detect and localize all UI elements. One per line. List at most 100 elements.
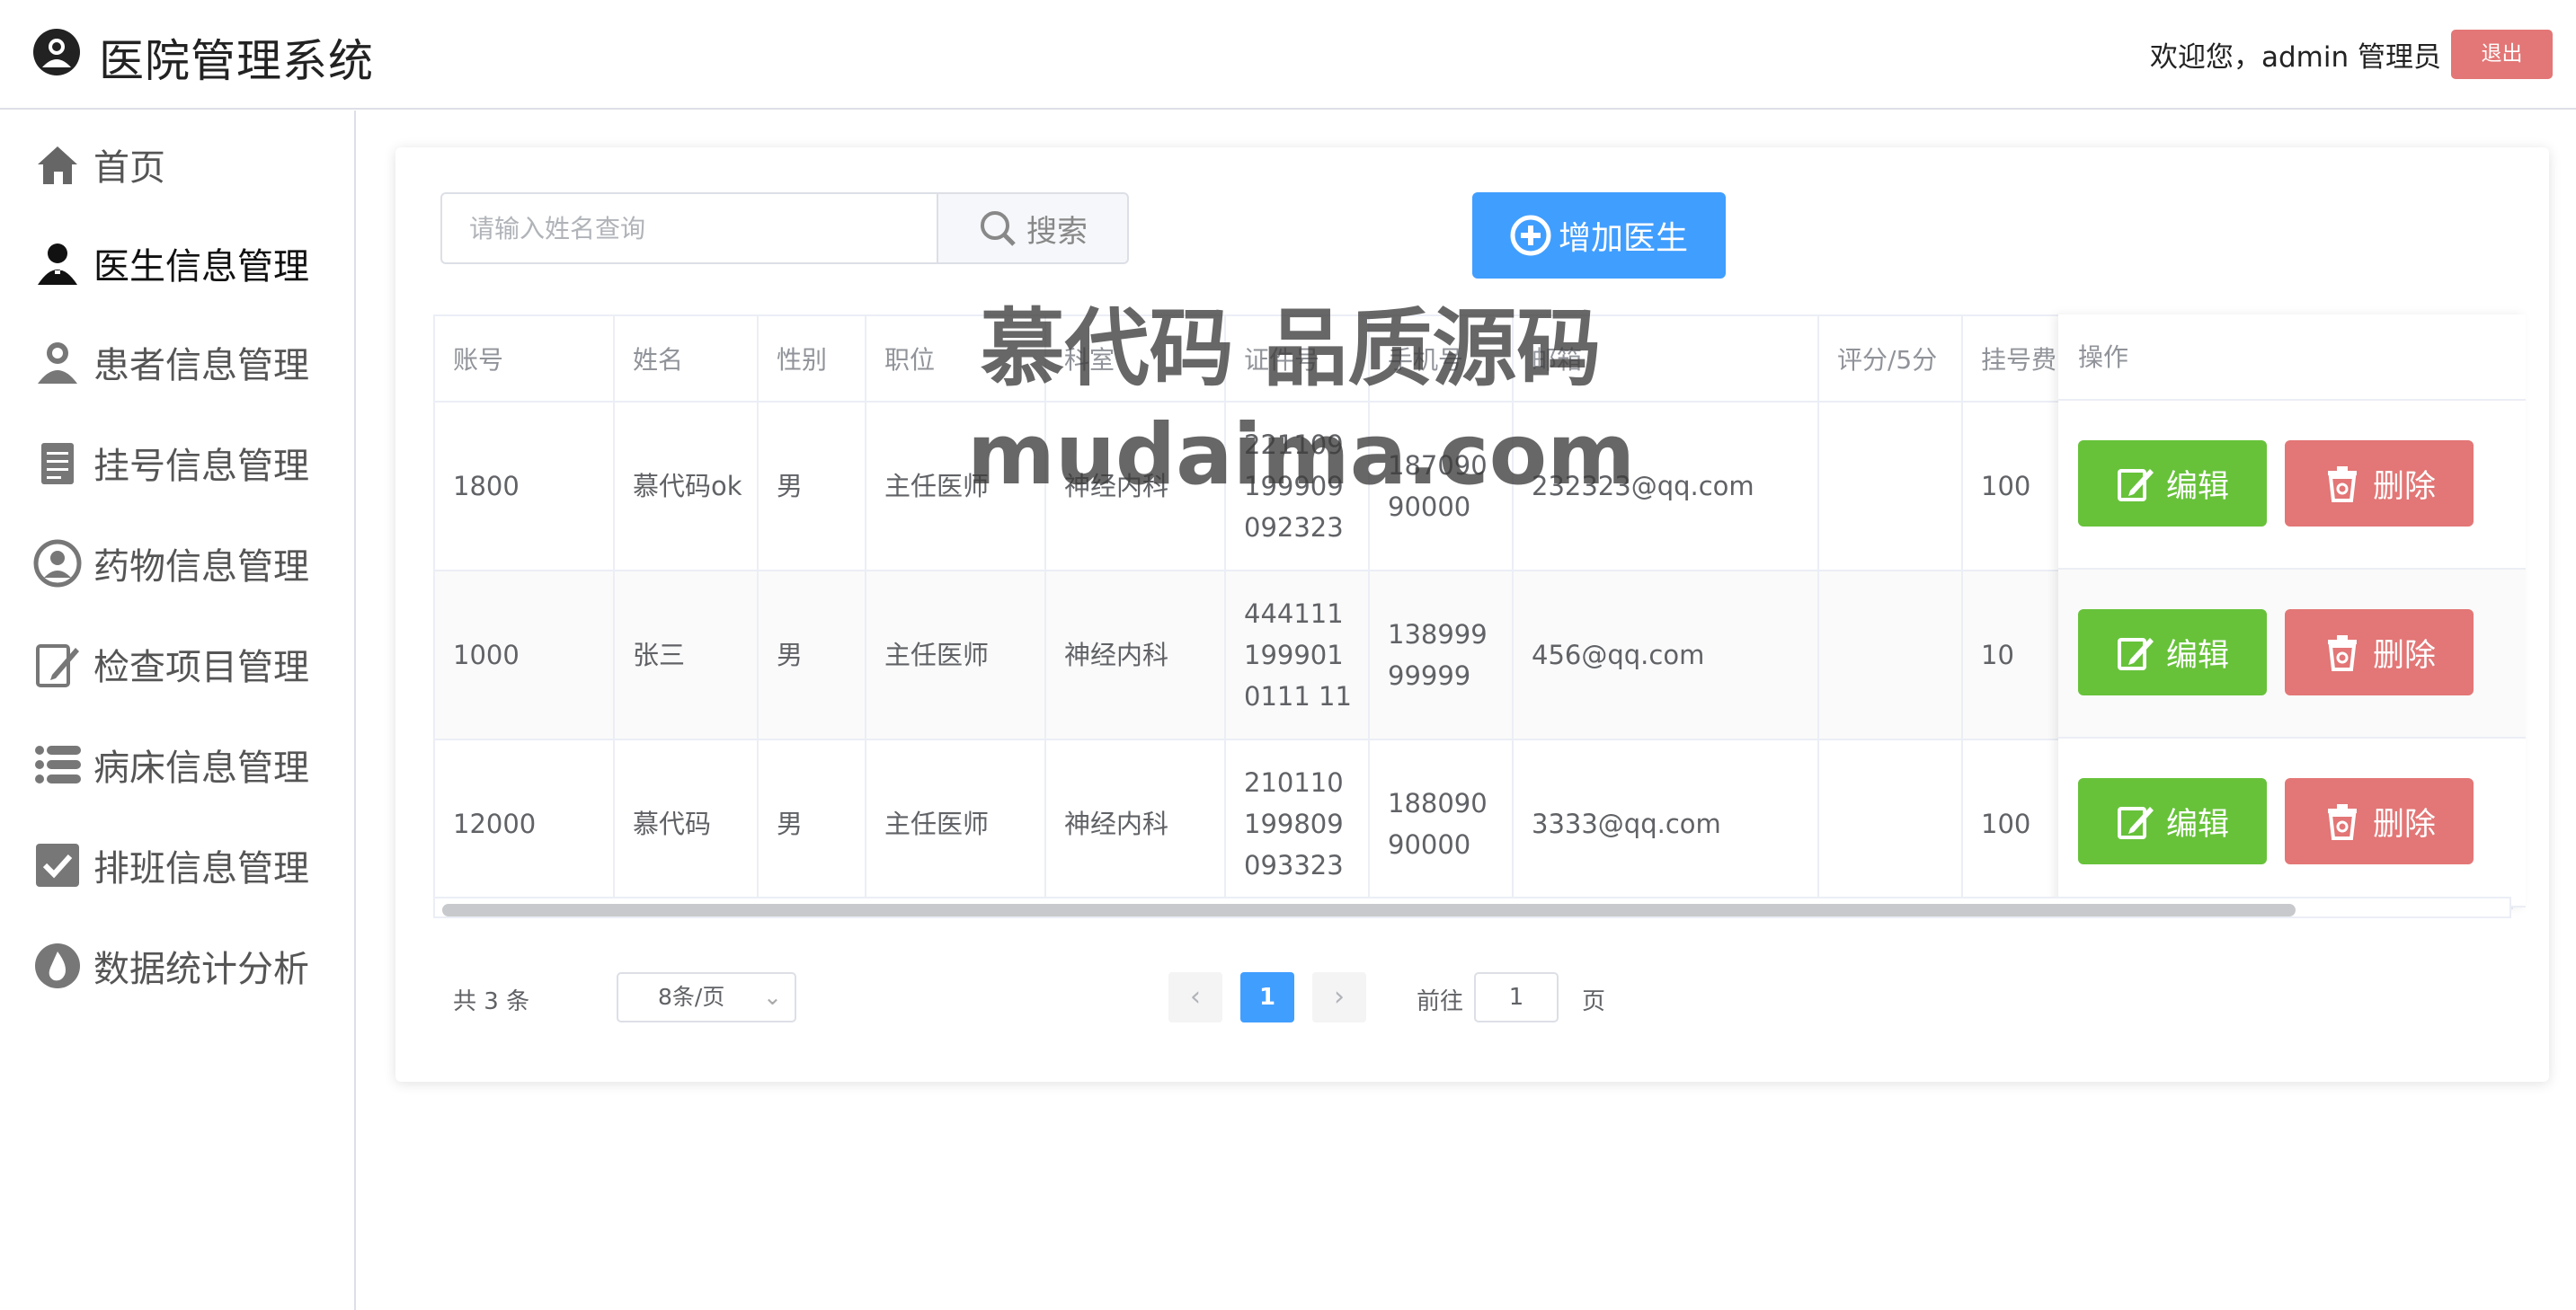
plus-circle-icon xyxy=(1510,215,1551,256)
sidebar-item-examination[interactable]: 检查项目管理 xyxy=(32,637,309,691)
patient-icon xyxy=(38,342,77,384)
cell-id-no: 210110199809093323 xyxy=(1224,739,1370,909)
edit-icon xyxy=(2117,469,2154,501)
main-card: 搜索 增加医生 账号 姓名 性别 职位 科室 证件号 手机号 邮箱 xyxy=(395,147,2549,1082)
cell-position: 主任医师 xyxy=(865,570,1046,740)
delete-button[interactable]: 删除 xyxy=(2285,440,2474,527)
total-count: 共 3 条 xyxy=(453,988,530,1015)
cell-email: 3333@qq.com xyxy=(1512,739,1819,909)
cell-phone: 13899999999 xyxy=(1368,570,1514,740)
next-page-button[interactable]: › xyxy=(1312,972,1366,1022)
column-header: 姓名 xyxy=(613,314,759,403)
cell-score xyxy=(1817,401,1963,571)
delete-label: 删除 xyxy=(2372,468,2436,505)
drop-icon xyxy=(35,943,80,988)
cell-account: 1800 xyxy=(433,401,615,571)
sidebar: 首页 医生信息管理 患者信息管理 挂号信息管理 药物信息管理 检查项目管理 病床… xyxy=(0,111,356,1310)
home-icon xyxy=(38,146,77,184)
sidebar-item-doctor[interactable]: 医生信息管理 xyxy=(32,236,309,290)
column-header: 职位 xyxy=(865,314,1046,403)
operations-row: 编辑 删除 xyxy=(2058,401,2526,570)
search-icon xyxy=(981,211,1016,246)
doctor-table: 账号 姓名 性别 职位 科室 证件号 手机号 邮箱 评分/5分 挂号费 1800… xyxy=(433,314,2526,1084)
sidebar-item-bed[interactable]: 病床信息管理 xyxy=(32,738,309,792)
column-header: 科室 xyxy=(1044,314,1226,403)
cell-score xyxy=(1817,739,1963,909)
edit-label: 编辑 xyxy=(2165,468,2229,505)
page-size-select[interactable]: 8条/页 ⌄ xyxy=(617,972,796,1022)
sidebar-item-registration[interactable]: 挂号信息管理 xyxy=(32,436,309,490)
cell-phone: 18809090000 xyxy=(1368,739,1514,909)
cell-dept: 神经内科 xyxy=(1044,401,1226,571)
operations-row: 编辑 删除 xyxy=(2058,570,2526,739)
add-doctor-button[interactable]: 增加医生 xyxy=(1472,192,1726,279)
column-header-operations: 操作 xyxy=(2058,314,2526,401)
app-title: 医院管理系统 xyxy=(99,35,374,87)
cell-gender: 男 xyxy=(757,401,866,571)
delete-button[interactable]: 删除 xyxy=(2285,778,2474,864)
sidebar-item-statistics[interactable]: 数据统计分析 xyxy=(32,939,309,993)
sidebar-item-home[interactable]: 首页 xyxy=(32,137,165,191)
top-header: 医院管理系统 欢迎您，admin 管理员 退出 xyxy=(0,0,2576,110)
delete-button[interactable]: 删除 xyxy=(2285,609,2474,695)
page-size-value: 8条/页 xyxy=(658,984,725,1010)
goto-suffix: 页 xyxy=(1582,988,1606,1015)
sidebar-item-medicine[interactable]: 药物信息管理 xyxy=(32,536,309,590)
clipboard-icon xyxy=(41,443,74,484)
column-header: 评分/5分 xyxy=(1817,314,1963,403)
chevron-down-icon: ⌄ xyxy=(763,984,782,1010)
search-button[interactable]: 搜索 xyxy=(937,192,1129,264)
cell-score xyxy=(1817,570,1963,740)
cell-email: 232323@qq.com xyxy=(1512,401,1819,571)
column-header: 账号 xyxy=(433,314,615,403)
edit-icon xyxy=(2117,638,2154,670)
sidebar-item-patient[interactable]: 患者信息管理 xyxy=(32,335,309,389)
add-doctor-label: 增加医生 xyxy=(1558,220,1688,257)
sidebar-item-schedule[interactable]: 排班信息管理 xyxy=(32,838,309,892)
column-header: 邮箱 xyxy=(1512,314,1819,403)
sidebar-item-label: 首页 xyxy=(93,147,165,189)
horizontal-scrollbar[interactable] xyxy=(433,897,2511,918)
edit-label: 编辑 xyxy=(2165,637,2229,674)
column-header: 手机号 xyxy=(1368,314,1514,403)
cell-id-no: 4441111999010111 11 xyxy=(1224,570,1370,740)
scrollbar-thumb[interactable] xyxy=(442,904,2296,916)
cell-email: 456@qq.com xyxy=(1512,570,1819,740)
checkbox-icon xyxy=(36,844,79,887)
prev-page-button[interactable]: ‹ xyxy=(1168,972,1222,1022)
sidebar-item-label: 挂号信息管理 xyxy=(93,446,309,487)
sidebar-item-label: 数据统计分析 xyxy=(93,949,309,990)
goto-label: 前往 xyxy=(1417,988,1464,1015)
edit-icon xyxy=(2117,807,2154,839)
edit-button[interactable]: 编辑 xyxy=(2078,778,2267,864)
medicine-icon xyxy=(33,539,82,588)
edit-document-icon xyxy=(36,644,79,687)
cell-gender: 男 xyxy=(757,739,866,909)
sidebar-item-label: 检查项目管理 xyxy=(93,647,309,688)
sidebar-item-label: 病床信息管理 xyxy=(93,748,309,789)
logout-button[interactable]: 退出 xyxy=(2451,30,2553,79)
column-header: 性别 xyxy=(757,314,866,403)
list-icon xyxy=(35,746,81,783)
doctor-logo-icon xyxy=(33,29,80,75)
sidebar-item-label: 医生信息管理 xyxy=(93,246,309,288)
search-button-label: 搜索 xyxy=(1026,213,1088,250)
operations-column: 操作 编辑 删除 编辑 删除 编辑 删除 xyxy=(2058,314,2526,907)
cell-position: 主任医师 xyxy=(865,739,1046,909)
cell-account: 12000 xyxy=(433,739,615,909)
doctor-icon xyxy=(38,243,77,285)
cell-gender: 男 xyxy=(757,570,866,740)
welcome-text: 欢迎您，admin 管理员 xyxy=(2150,41,2441,74)
edit-button[interactable]: 编辑 xyxy=(2078,609,2267,695)
page-number-current[interactable]: 1 xyxy=(1240,972,1294,1022)
cell-dept: 神经内科 xyxy=(1044,739,1226,909)
edit-button[interactable]: 编辑 xyxy=(2078,440,2267,527)
search-input[interactable] xyxy=(440,192,937,264)
goto-page-input[interactable]: 1 xyxy=(1474,972,1559,1022)
cell-name: 慕代码ok xyxy=(613,401,759,571)
column-header: 证件号 xyxy=(1224,314,1370,403)
sidebar-item-label: 药物信息管理 xyxy=(93,546,309,588)
edit-label: 编辑 xyxy=(2165,806,2229,843)
cell-name: 张三 xyxy=(613,570,759,740)
operations-row: 编辑 删除 xyxy=(2058,739,2526,907)
